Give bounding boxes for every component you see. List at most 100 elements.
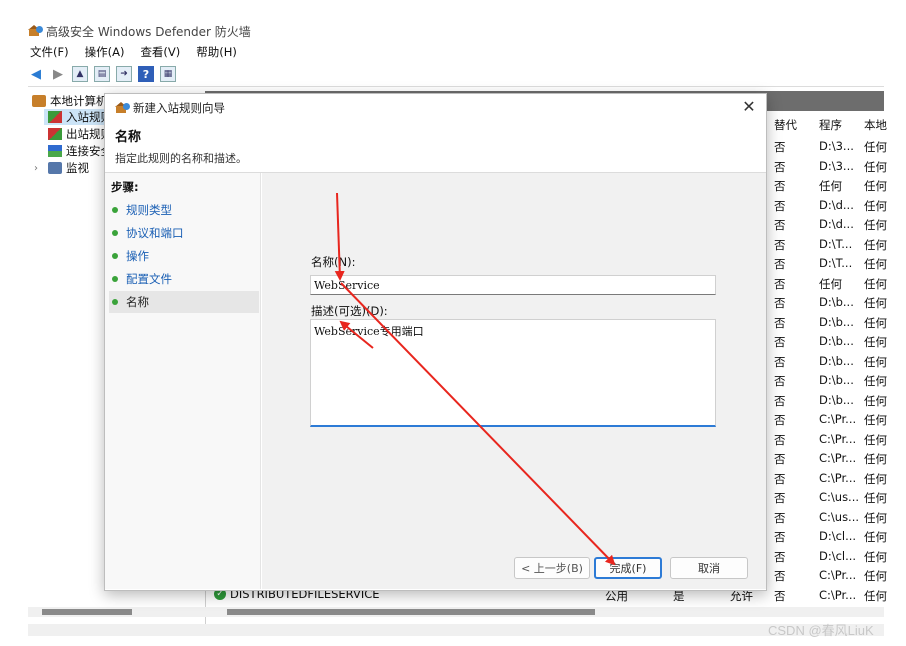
cell-program[interactable]: D:\b... [819,354,854,368]
cell-override[interactable]: 否 [774,315,786,331]
cell-local[interactable]: 任何 [864,178,887,194]
tree-horizontal-scrollbar[interactable] [28,607,206,617]
step-profile[interactable]: 配置文件 [109,268,259,290]
cell-override[interactable]: 否 [774,412,786,428]
step-rule-type[interactable]: 规则类型 [109,199,259,221]
menu-help[interactable]: 帮助(H) [194,44,239,60]
finish-button[interactable]: 完成(F) [594,557,662,579]
back-button[interactable]: < 上一步(B) [514,557,590,579]
name-field[interactable]: WebService [310,275,716,295]
cell-override[interactable]: 否 [774,256,786,272]
cell-local[interactable]: 任何 [864,139,887,155]
cell-local[interactable]: 任何 [864,276,887,292]
up-folder-icon[interactable]: ▲ [72,66,88,82]
cell-override[interactable]: 否 [774,334,786,350]
column-header-override[interactable]: 替代 [774,117,797,133]
scrollbar-thumb[interactable] [227,609,595,615]
cell-local[interactable]: 任何 [864,490,887,506]
cell-program[interactable]: C:\us... [819,490,859,504]
column-header-local[interactable]: 本地 [864,117,887,133]
cell-override[interactable]: 否 [774,588,786,604]
cell-program[interactable]: D:\3... [819,139,854,153]
cell-override[interactable]: 否 [774,159,786,175]
cell-program[interactable]: D:\d... [819,198,854,212]
cell-local[interactable]: 任何 [864,412,887,428]
cell-program[interactable]: D:\T... [819,237,852,251]
cell-override[interactable]: 否 [774,451,786,467]
cell-program[interactable]: 任何 [819,276,842,292]
description-field[interactable]: WebService专用端口 [310,319,716,427]
cell-program[interactable]: D:\b... [819,295,854,309]
cell-local[interactable]: 任何 [864,334,887,350]
cell-override[interactable]: 否 [774,510,786,526]
cell-override[interactable]: 否 [774,393,786,409]
export-list-icon[interactable]: ➜ [116,66,132,82]
cell-program[interactable]: C:\Pr... [819,568,856,582]
cell-override[interactable]: 否 [774,549,786,565]
cell-local[interactable]: 任何 [864,295,887,311]
cell-program[interactable]: D:\d... [819,217,854,231]
properties-icon[interactable]: ▦ [160,66,176,82]
cell-local[interactable]: 任何 [864,373,887,389]
cell-program[interactable]: C:\Pr... [819,471,856,485]
cell-override[interactable]: 否 [774,529,786,545]
tree-item-local-computer[interactable]: 本地计算机 [32,93,108,109]
scrollbar-thumb[interactable] [42,609,132,615]
cell-program[interactable]: D:\T... [819,256,852,270]
cell-program[interactable]: C:\Pr... [819,588,856,602]
cancel-button[interactable]: 取消 [670,557,748,579]
menu-view[interactable]: 查看(V) [138,44,182,60]
cell-local[interactable]: 任何 [864,237,887,253]
cell-override[interactable]: 否 [774,178,786,194]
cell-program[interactable]: 任何 [819,178,842,194]
cell-local[interactable]: 任何 [864,451,887,467]
cell-program[interactable]: D:\cl... [819,549,856,563]
cell-override[interactable]: 否 [774,432,786,448]
step-action[interactable]: 操作 [109,245,259,267]
cell-program[interactable]: D:\b... [819,393,854,407]
cell-override[interactable]: 否 [774,471,786,487]
cell-local[interactable]: 任何 [864,198,887,214]
back-arrow-icon[interactable]: ◀ [28,66,44,82]
cell-override[interactable]: 否 [774,139,786,155]
cell-override[interactable]: 否 [774,490,786,506]
cell-local[interactable]: 任何 [864,588,887,604]
menu-action[interactable]: 操作(A) [83,44,127,60]
cell-program[interactable]: D:\3... [819,159,854,173]
column-header-program[interactable]: 程序 [819,117,842,133]
cell-local[interactable]: 任何 [864,354,887,370]
cell-override[interactable]: 否 [774,295,786,311]
cell-local[interactable]: 任何 [864,217,887,233]
show-tree-icon[interactable]: ▤ [94,66,110,82]
cell-program[interactable]: C:\Pr... [819,451,856,465]
close-icon[interactable]: ✕ [740,98,758,116]
cell-local[interactable]: 任何 [864,256,887,272]
cell-local[interactable]: 任何 [864,510,887,526]
list-horizontal-scrollbar[interactable] [205,607,884,617]
cell-program[interactable]: C:\Pr... [819,432,856,446]
menu-file[interactable]: 文件(F) [28,44,71,60]
cell-local[interactable]: 任何 [864,549,887,565]
cell-local[interactable]: 任何 [864,432,887,448]
chevron-right-icon[interactable]: › [34,163,44,174]
cell-program[interactable]: D:\b... [819,315,854,329]
cell-local[interactable]: 任何 [864,393,887,409]
cell-local[interactable]: 任何 [864,159,887,175]
tree-item-monitoring[interactable]: › 监视 [34,160,89,176]
cell-local[interactable]: 任何 [864,529,887,545]
cell-local[interactable]: 任何 [864,471,887,487]
cell-override[interactable]: 否 [774,276,786,292]
tree-item-inbound-rules[interactable]: 入站规则 [48,109,112,125]
help-icon[interactable]: ? [138,66,154,82]
step-protocol-ports[interactable]: 协议和端口 [109,222,259,244]
cell-program[interactable]: D:\b... [819,334,854,348]
cell-override[interactable]: 否 [774,198,786,214]
cell-override[interactable]: 否 [774,373,786,389]
cell-override[interactable]: 否 [774,237,786,253]
cell-program[interactable]: D:\b... [819,373,854,387]
tree-item-connection-security[interactable]: 连接安全 [48,143,112,159]
cell-override[interactable]: 否 [774,354,786,370]
tree-item-outbound-rules[interactable]: 出站规则 [48,126,112,142]
cell-program[interactable]: D:\cl... [819,529,856,543]
cell-local[interactable]: 任何 [864,315,887,331]
